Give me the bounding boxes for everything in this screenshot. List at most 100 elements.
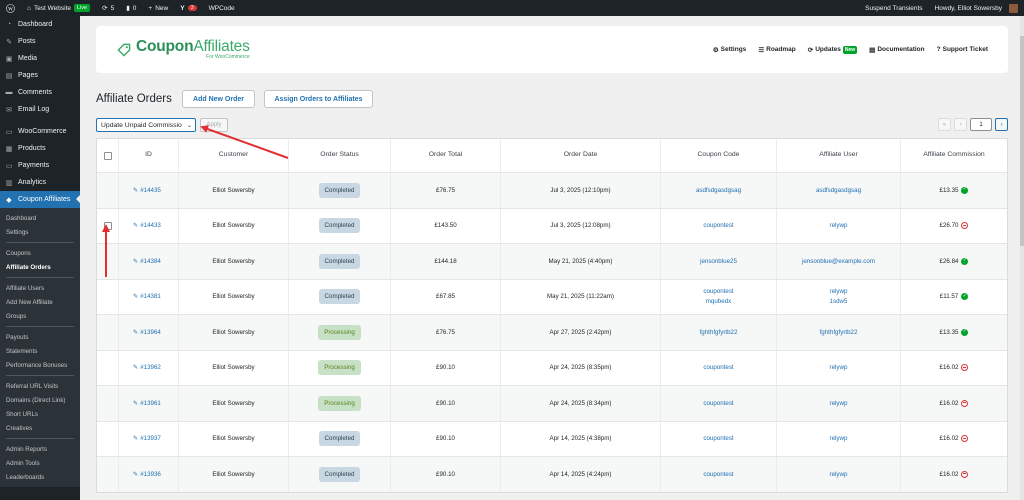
submenu-item-referral-url-visits[interactable]: Referral URL Visits [0, 379, 80, 393]
first-page-button[interactable]: « [938, 118, 951, 131]
affiliate-user-link[interactable]: jensonblue@example.com [802, 257, 875, 266]
affiliate-user-link[interactable]: relywp [830, 287, 848, 296]
order-id-link[interactable]: ✎ #14384 [133, 257, 161, 266]
coupon-code-link[interactable]: coupontest [703, 399, 733, 408]
affiliate-user-link[interactable]: asdfsdgasdgsag [816, 186, 861, 195]
select-all-checkbox[interactable] [103, 151, 112, 160]
status-cell: Processing [289, 386, 391, 421]
affiliate-user-link[interactable]: 1sdw5 [830, 297, 848, 306]
coupon-code-link[interactable]: coupontest [703, 221, 733, 230]
site-name-link[interactable]: ⌂ Test Website Live [21, 0, 96, 16]
order-id-link[interactable]: ✎ #14435 [133, 186, 161, 195]
coupon-code-link[interactable]: mqubedx [706, 297, 731, 306]
submenu-item-creatives[interactable]: Creatives [0, 421, 80, 435]
gear-icon: ⚙ [712, 46, 719, 54]
prev-page-button[interactable]: ‹ [954, 118, 967, 131]
order-id-link[interactable]: ✎ #14381 [133, 292, 161, 301]
submenu-item-settings[interactable]: Settings [0, 225, 80, 239]
customer-cell: Elliot Sowersby [179, 208, 289, 243]
new-label: New [155, 4, 169, 12]
submenu-item-payouts[interactable]: Payouts [0, 330, 80, 344]
comments-link[interactable]: ▮ 0 [120, 0, 142, 16]
order-id-link[interactable]: ✎ #13936 [133, 470, 161, 479]
wordpress-logo-icon[interactable]: W [0, 0, 21, 16]
submenu-item-affiliate-users[interactable]: Affiliate Users [0, 281, 80, 295]
coupon-code-link[interactable]: coupontest [703, 363, 733, 372]
sidebar-item-comments[interactable]: ▬ Comments [0, 84, 80, 101]
customer-cell: Elliot Sowersby [179, 173, 289, 208]
submenu-item-admin-tools[interactable]: Admin Tools [0, 456, 80, 470]
nav-documentation[interactable]: ▤ Documentation [869, 46, 924, 54]
order-id-link[interactable]: ✎ #13962 [133, 363, 161, 372]
commission-cell: £13.35 ✓ [901, 173, 1007, 208]
email-icon: ✉ [6, 106, 12, 114]
book-icon: ▤ [869, 46, 876, 54]
coupon-code-link[interactable]: coupontest [703, 434, 733, 443]
nav-support-ticket[interactable]: ? Support Ticket [937, 46, 988, 53]
submenu-item-domains-direct-link[interactable]: Domains (Direct Link) [0, 393, 80, 407]
header-coupon-code: Coupon Code [661, 139, 777, 172]
submenu-item-admin-reports[interactable]: Admin Reports [0, 442, 80, 456]
sidebar-item-label: Analytics [18, 179, 47, 186]
submenu-item-statements[interactable]: Statements [0, 344, 80, 358]
affiliate-user-cell: relywp [777, 208, 901, 243]
affiliate-user-link[interactable]: relywp [830, 399, 848, 408]
yoast-link[interactable]: Y 3 [174, 0, 202, 16]
user-account-menu[interactable]: Howdy, Elliot Sowersby [929, 0, 1024, 16]
affiliate-user-link[interactable]: fghthfgfyrtb22 [820, 328, 858, 337]
commission-amount: £16.02 [939, 435, 959, 443]
affiliate-user-link[interactable]: relywp [830, 363, 848, 372]
new-badge: New [842, 45, 858, 54]
sidebar-item-analytics[interactable]: ▥ Analytics [0, 174, 80, 191]
sidebar-item-dashboard[interactable]: ◔ Dashboard [0, 16, 80, 33]
coupon-code-link[interactable]: coupontest [703, 470, 733, 479]
row-select-cell [97, 386, 119, 421]
nav-updates[interactable]: ⟳ Updates New [808, 45, 858, 54]
affiliate-user-link[interactable]: relywp [830, 221, 848, 230]
order-id-link[interactable]: ✎ #14433 [133, 221, 161, 230]
assign-orders-button[interactable]: Assign Orders to Affiliates [264, 90, 373, 108]
new-content-link[interactable]: + New [142, 0, 174, 16]
submenu-item-performance-bonuses[interactable]: Performance Bonuses [0, 358, 80, 372]
submenu-item-groups[interactable]: Groups [0, 309, 80, 323]
plugin-header: CouponAffiliates For WooCommerce ⚙ Settin… [96, 26, 1008, 73]
sidebar-item-label: Coupon Affiliates [18, 196, 71, 203]
submenu-item-coupons[interactable]: Coupons [0, 246, 80, 260]
page-scrollbar[interactable] [1020, 16, 1024, 500]
affiliate-user-link[interactable]: relywp [830, 434, 848, 443]
order-id-link[interactable]: ✎ #13964 [133, 328, 161, 337]
next-page-button[interactable]: › [995, 118, 1008, 131]
current-page-input[interactable]: 1 [970, 118, 992, 131]
scrollbar-thumb[interactable] [1020, 36, 1024, 246]
bulk-action-select[interactable]: Update Unpaid Commissio ⌄ [96, 118, 196, 132]
coupon-code-link[interactable]: jensonblue25 [700, 257, 737, 266]
sidebar-item-products[interactable]: ▦ Products [0, 140, 80, 157]
sidebar-item-media[interactable]: ▣ Media [0, 50, 80, 67]
sidebar-item-pages[interactable]: ▤ Pages [0, 67, 80, 84]
coupon-code-link[interactable]: fghthfgfyrtb22 [700, 328, 738, 337]
order-id-link[interactable]: ✎ #13961 [133, 399, 161, 408]
affiliate-user-link[interactable]: relywp [830, 470, 848, 479]
wpcode-link[interactable]: WPCode [203, 0, 241, 16]
nav-roadmap[interactable]: ☰ Roadmap [758, 46, 795, 54]
coupon-code-link[interactable]: coupontest [703, 287, 733, 296]
sidebar-item-woocommerce[interactable]: ▭ WooCommerce [0, 123, 80, 140]
submenu-item-dashboard[interactable]: Dashboard [0, 211, 80, 225]
updates-link[interactable]: ⟳ 5 [96, 0, 120, 16]
submenu-item-short-urls[interactable]: Short URLs [0, 407, 80, 421]
coupon-code-link[interactable]: asdfsdgasdgsag [696, 186, 741, 195]
add-new-order-button[interactable]: Add New Order [182, 90, 255, 108]
sidebar-item-payments[interactable]: ▭ Payments [0, 157, 80, 174]
apply-button[interactable]: Apply [200, 118, 228, 132]
order-id-link[interactable]: ✎ #13937 [133, 434, 161, 443]
coupon-affiliates-logo[interactable]: CouponAffiliates For WooCommerce [116, 39, 250, 61]
sidebar-item-posts[interactable]: ✎ Posts [0, 33, 80, 50]
suspend-transients-link[interactable]: Suspend Transients [859, 0, 928, 16]
submenu-item-affiliate-orders[interactable]: Affiliate Orders [0, 260, 80, 274]
row-checkbox[interactable] [103, 221, 112, 230]
sidebar-item-coupon-affiliates[interactable]: ◆ Coupon Affiliates [0, 191, 80, 208]
sidebar-item-email-log[interactable]: ✉ Email Log [0, 101, 80, 118]
submenu-item-leaderboards[interactable]: Leaderboards [0, 470, 80, 484]
submenu-item-add-new-affiliate[interactable]: Add New Affiliate [0, 295, 80, 309]
nav-settings[interactable]: ⚙ Settings [713, 46, 746, 54]
